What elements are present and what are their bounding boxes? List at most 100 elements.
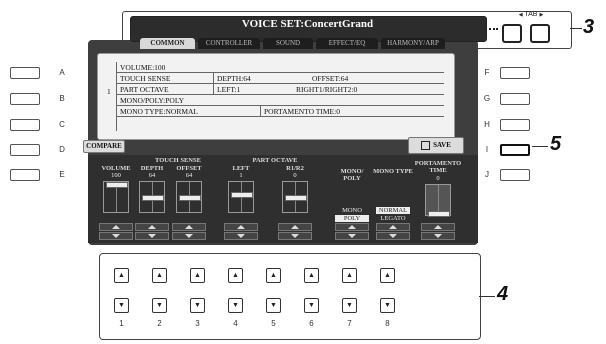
poly-option[interactable]: POLY [335, 215, 369, 222]
hw-up-button-5[interactable]: ▲ [266, 268, 281, 283]
hw-down-button-8[interactable]: ▼ [380, 298, 395, 313]
button-a[interactable] [10, 67, 40, 79]
param-label: DEPTH [140, 165, 164, 172]
depth-fader[interactable] [139, 181, 165, 213]
mono-type-up-arrow[interactable] [376, 223, 410, 231]
button-c-label: C [59, 120, 65, 129]
left-fader[interactable] [228, 181, 254, 213]
volume-fader[interactable] [103, 181, 129, 213]
r1r2-down-arrow[interactable] [278, 232, 312, 240]
offset-fader[interactable] [176, 181, 202, 213]
param-label: MONO/ POLY [340, 168, 364, 182]
param-value: 1 [239, 172, 243, 179]
param-label: R1/R2 [286, 165, 304, 172]
mono-option[interactable]: MONO [335, 207, 369, 214]
callout-3: 3 [583, 16, 595, 38]
button-g-label: G [483, 94, 491, 103]
col-divider [213, 72, 214, 94]
tab-effect-eq[interactable]: EFFECT/EQ [316, 38, 378, 49]
hw-up-button-1[interactable]: ▲ [114, 268, 129, 283]
hw-up-button-7[interactable]: ▲ [342, 268, 357, 283]
button-g[interactable] [500, 93, 530, 105]
portamento-text: PORTAMENTO TIME:0 [264, 107, 340, 116]
touch-sense-text: TOUCH SENSE [120, 74, 171, 83]
left-down-arrow[interactable] [224, 232, 258, 240]
hw-down-button-1[interactable]: ▼ [114, 298, 129, 313]
portamento-fader[interactable] [425, 184, 451, 217]
param-value: 0 [293, 172, 297, 179]
param-label: PORTAMENTO TIME [414, 160, 462, 174]
button-e[interactable] [10, 169, 40, 181]
tab-controller[interactable]: CONTROLLER [198, 38, 260, 49]
r1r2-fader[interactable] [282, 181, 308, 213]
button-c[interactable] [10, 119, 40, 131]
callout-4: 4 [497, 283, 509, 305]
hw-down-button-6[interactable]: ▼ [304, 298, 319, 313]
hw-up-button-4[interactable]: ▲ [228, 268, 243, 283]
legato-option[interactable]: LEGATO [376, 215, 410, 222]
button-b[interactable] [10, 93, 40, 105]
volume-up-arrow[interactable] [99, 223, 133, 231]
tab-nav-label: TAB [524, 11, 538, 18]
floppy-disk-icon [421, 140, 431, 150]
col-divider [260, 105, 261, 116]
r1r2-up-arrow[interactable] [278, 223, 312, 231]
param-value: 0 [436, 175, 440, 182]
left-up-arrow[interactable] [224, 223, 258, 231]
callout-5: 5 [550, 133, 562, 155]
button-h[interactable] [500, 119, 530, 131]
callout-3-line [570, 28, 582, 29]
hw-column-number: 1 [119, 319, 124, 328]
tab-next-button[interactable] [530, 24, 550, 43]
triangle-left-icon: ◀ [518, 12, 523, 18]
hw-up-button-3[interactable]: ▲ [190, 268, 205, 283]
button-j-label: J [485, 170, 489, 179]
hw-down-button-7[interactable]: ▼ [342, 298, 357, 313]
mono-poly-down-arrow[interactable] [335, 232, 369, 240]
part-octave-group-label: PART OCTAVE [252, 157, 298, 164]
tab-prev-button[interactable] [502, 24, 522, 43]
tab-harmony-arp[interactable]: HARMONY/ARP [381, 38, 445, 49]
hw-down-button-2[interactable]: ▼ [152, 298, 167, 313]
hw-column-number: 5 [271, 319, 276, 328]
button-a-label: A [59, 68, 65, 77]
depth-up-arrow[interactable] [135, 223, 169, 231]
hw-up-button-8[interactable]: ▲ [380, 268, 395, 283]
hw-column-number: 6 [309, 319, 314, 328]
portamento-up-arrow[interactable] [421, 223, 455, 231]
tab-nav-label-row: ◀ TAB ▶ [511, 11, 551, 18]
row-line [116, 105, 444, 106]
depth-down-arrow[interactable] [135, 232, 169, 240]
tab-sound[interactable]: SOUND [263, 38, 313, 49]
part-octave-text: PART OCTAVE [120, 85, 169, 94]
compare-button[interactable]: COMPARE [83, 140, 125, 153]
save-button[interactable]: SAVE [408, 137, 464, 154]
button-d-label: D [59, 145, 65, 154]
left-text: LEFT:1 [217, 85, 241, 94]
volume-down-arrow[interactable] [99, 232, 133, 240]
button-i[interactable] [500, 144, 530, 156]
hw-up-button-6[interactable]: ▲ [304, 268, 319, 283]
button-d[interactable] [10, 144, 40, 156]
param-label: VOLUME [101, 165, 131, 172]
button-j[interactable] [500, 169, 530, 181]
normal-option[interactable]: NORMAL [376, 207, 410, 214]
button-f[interactable] [500, 67, 530, 79]
touch-sense-group-label: TOUCH SENSE [155, 157, 201, 164]
part-number: 1 [107, 87, 111, 96]
offset-up-arrow[interactable] [172, 223, 206, 231]
tab-common[interactable]: COMMON [140, 38, 195, 49]
mono-type-down-arrow[interactable] [376, 232, 410, 240]
hw-up-button-2[interactable]: ▲ [152, 268, 167, 283]
param-label: LEFT [232, 165, 250, 172]
save-label: SAVE [433, 141, 451, 149]
portamento-down-arrow[interactable] [421, 232, 455, 240]
hw-down-button-3[interactable]: ▼ [190, 298, 205, 313]
mono-poly-up-arrow[interactable] [335, 223, 369, 231]
offset-down-arrow[interactable] [172, 232, 206, 240]
param-label: OFFSET [176, 165, 202, 172]
hw-down-button-4[interactable]: ▼ [228, 298, 243, 313]
mono-poly-text: MONO/POLY:POLY [120, 96, 185, 105]
row-line [116, 94, 444, 95]
hw-down-button-5[interactable]: ▼ [266, 298, 281, 313]
